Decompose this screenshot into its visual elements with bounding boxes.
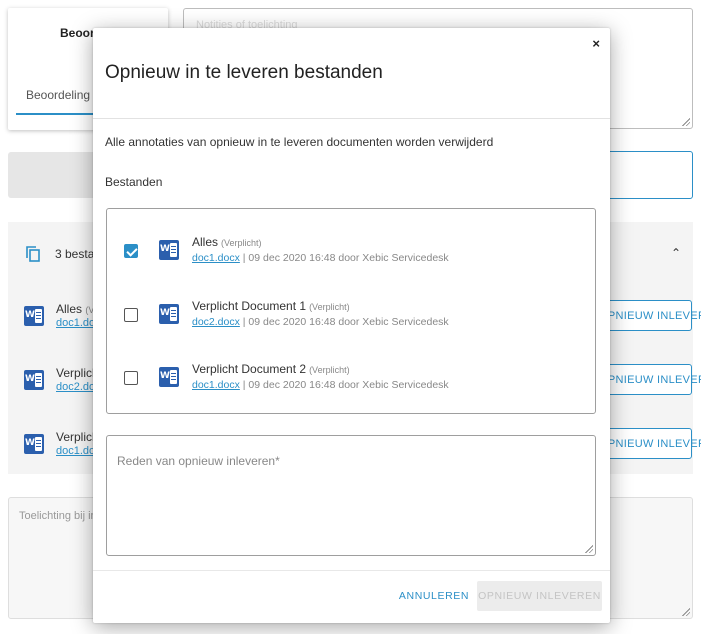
- resubmit-submit-button[interactable]: OPNIEUW INLEVEREN: [477, 581, 602, 611]
- file-checkbox[interactable]: [124, 244, 138, 258]
- file-name: Verplicht Document 2 (Verplicht): [192, 362, 350, 376]
- divider: [93, 570, 610, 571]
- files-label: Bestanden: [105, 175, 163, 189]
- warning-text: Alle annotaties van opnieuw in te levere…: [105, 135, 494, 149]
- file-meta: doc1.docx | 09 dec 2020 16:48 door Xebic…: [192, 252, 449, 264]
- file-list: W Alles (Verplicht) doc1.docx | 09 dec 20…: [106, 208, 596, 414]
- file-row-verplicht-document-2[interactable]: W Verplicht Document 2 (Verplicht) doc1.d…: [107, 362, 595, 402]
- close-icon[interactable]: ×: [592, 36, 600, 51]
- divider: [93, 118, 610, 119]
- resize-handle[interactable]: [585, 545, 593, 553]
- dialog-title: Opnieuw in te leveren bestanden: [105, 62, 383, 83]
- file-link[interactable]: doc1.docx: [192, 252, 240, 264]
- word-file-icon: W: [159, 240, 179, 260]
- file-row-verplicht-document-1[interactable]: W Verplicht Document 1 (Verplicht) doc2.d…: [107, 299, 595, 339]
- word-file-icon: W: [159, 304, 179, 324]
- file-link[interactable]: doc1.docx: [192, 379, 240, 391]
- file-row-alles[interactable]: W Alles (Verplicht) doc1.docx | 09 dec 20…: [107, 235, 595, 275]
- file-meta: doc2.docx | 09 dec 2020 16:48 door Xebic…: [192, 316, 449, 328]
- file-checkbox[interactable]: [124, 371, 138, 385]
- reason-placeholder: Reden van opnieuw inleveren*: [117, 454, 280, 468]
- resubmit-dialog: × Opnieuw in te leveren bestanden Alle a…: [93, 28, 610, 623]
- cancel-button[interactable]: ANNULEREN: [398, 581, 470, 611]
- reason-textarea[interactable]: Reden van opnieuw inleveren*: [106, 435, 596, 556]
- file-name: Verplicht Document 1 (Verplicht): [192, 299, 350, 313]
- file-name: Alles (Verplicht): [192, 235, 262, 249]
- word-file-icon: W: [159, 367, 179, 387]
- file-link[interactable]: doc2.docx: [192, 316, 240, 328]
- file-meta: doc1.docx | 09 dec 2020 16:48 door Xebic…: [192, 379, 449, 391]
- file-checkbox[interactable]: [124, 308, 138, 322]
